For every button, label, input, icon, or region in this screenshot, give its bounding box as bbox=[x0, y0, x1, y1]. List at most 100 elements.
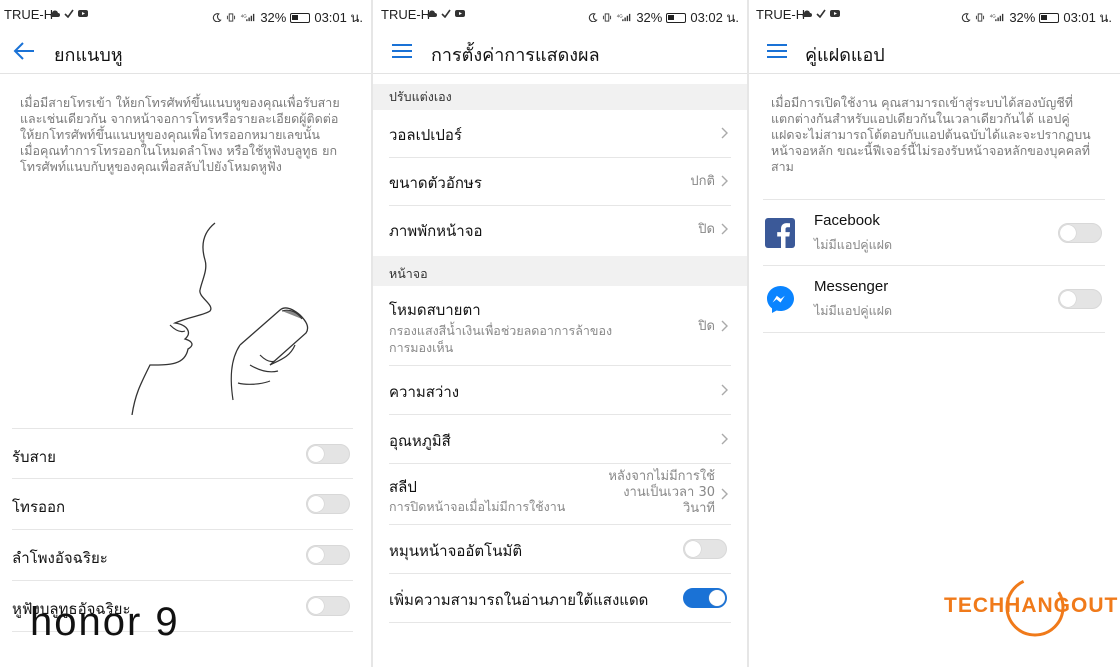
battery-icon bbox=[1039, 12, 1060, 23]
color-temperature-row[interactable]: อุณหภูมิสี bbox=[389, 415, 731, 464]
battery-icon bbox=[666, 12, 687, 23]
watermark-text: TECHHANGOUT bbox=[944, 594, 1118, 618]
smart-bluetooth-toggle[interactable] bbox=[306, 596, 350, 616]
menu-icon[interactable] bbox=[390, 40, 414, 62]
cloud-icon bbox=[802, 10, 812, 17]
app-twin-screen: TRUE-H 4G 32% 03:01 น. คู่แฝดแอป เมื่อมี… bbox=[749, 0, 1120, 667]
signal-icon: 4G bbox=[617, 14, 631, 22]
smart-speaker-toggle[interactable] bbox=[306, 545, 350, 565]
messenger-icon bbox=[767, 286, 794, 313]
youtube-icon bbox=[455, 10, 465, 17]
app-bar: ยกแนบหู bbox=[0, 28, 371, 74]
display-settings-screen: TRUE-H 4G 32% 03:02 น. การตั้งค่าการแสดง… bbox=[373, 0, 747, 667]
notification-icons bbox=[802, 9, 840, 18]
clock: 03:01 น. bbox=[1063, 10, 1112, 25]
check-icon bbox=[816, 9, 826, 18]
chevron-right-icon bbox=[721, 488, 728, 500]
option-label: ลำโพงอัจฉริยะ bbox=[12, 549, 108, 567]
back-arrow-icon[interactable] bbox=[12, 40, 36, 62]
honor-logo-watermark: honor 9 bbox=[30, 600, 180, 644]
eye-comfort-row[interactable]: โหมดสบายตา กรองแสงสีน้ำเงินเพื่อช่วยลดอา… bbox=[389, 286, 731, 366]
page-title: การตั้งค่าการแสดงผล bbox=[431, 45, 600, 66]
status-right: 4G 32% 03:01 น. bbox=[961, 7, 1112, 28]
status-bar: TRUE-H 4G 32% 03:01 น. bbox=[0, 0, 371, 28]
eye-comfort-label: โหมดสบายตา bbox=[389, 301, 481, 319]
app-twin-status: ไม่มีแอปคู่แฝด bbox=[814, 237, 893, 252]
sleep-label: สลีป bbox=[389, 478, 417, 496]
section-header-screen: หน้าจอ bbox=[373, 256, 747, 286]
sleep-row[interactable]: สลีป การปิดหน้าจอเมื่อไม่มีการใช้งาน หลั… bbox=[389, 464, 731, 525]
auto-rotate-label: หมุนหน้าจออัตโนมัติ bbox=[389, 542, 523, 560]
carrier-label: TRUE-H bbox=[4, 7, 54, 22]
option-dial-out[interactable]: โทรออก bbox=[12, 479, 353, 530]
carrier-label: TRUE-H bbox=[756, 7, 806, 22]
facebook-twin-toggle[interactable] bbox=[1058, 223, 1102, 243]
pocket-mode-screen: TRUE-H 4G 32% 03:01 น. ยกแนบหู เมื่อมีสา… bbox=[0, 0, 371, 667]
option-label: โทรออก bbox=[12, 498, 66, 516]
status-bar: TRUE-H 4G 32% 03:02 น. bbox=[373, 0, 747, 28]
page-title: คู่แฝดแอป bbox=[805, 45, 885, 66]
cloud-icon bbox=[50, 10, 60, 17]
answer-call-toggle[interactable] bbox=[306, 444, 350, 464]
clock: 03:01 น. bbox=[314, 10, 363, 25]
signal-icon: 4G bbox=[990, 14, 1004, 22]
dial-out-toggle[interactable] bbox=[306, 494, 350, 514]
signal-icon: 4G bbox=[241, 14, 255, 22]
chevron-right-icon bbox=[721, 127, 728, 139]
clock: 03:02 น. bbox=[690, 10, 739, 25]
techhangout-watermark: TECHHANGOUT bbox=[944, 574, 1117, 640]
moon-icon bbox=[589, 13, 598, 22]
chevron-right-icon bbox=[721, 384, 728, 396]
sleep-sub: การปิดหน้าจอเมื่อไม่มีการใช้งาน bbox=[389, 499, 566, 514]
moon-icon bbox=[962, 13, 971, 22]
cloud-icon bbox=[427, 10, 437, 17]
option-smart-speaker[interactable]: ลำโพงอัจฉริยะ bbox=[12, 530, 353, 581]
chevron-right-icon bbox=[721, 320, 728, 332]
messenger-twin-toggle[interactable] bbox=[1058, 289, 1102, 309]
facebook-icon bbox=[765, 218, 795, 248]
carrier-label: TRUE-H bbox=[381, 7, 431, 22]
svg-text:4G: 4G bbox=[241, 14, 248, 19]
youtube-icon bbox=[78, 10, 88, 17]
page-title: ยกแนบหู bbox=[54, 45, 123, 66]
eye-comfort-value: ปิด bbox=[698, 319, 715, 334]
app-row-messenger[interactable]: Messenger ไม่มีแอปคู่แฝด bbox=[763, 266, 1105, 333]
pocket-mode-description: เมื่อมีสายโทรเข้า ให้ยกโทรศัพท์ขึ้นแนบหู… bbox=[20, 95, 340, 174]
chevron-right-icon bbox=[721, 223, 728, 235]
brightness-label: ความสว่าง bbox=[389, 383, 460, 401]
status-right: 4G 32% 03:01 น. bbox=[212, 7, 363, 28]
moon-icon bbox=[213, 13, 222, 22]
status-right: 4G 32% 03:02 น. bbox=[588, 7, 739, 28]
sunlight-readability-row[interactable]: เพิ่มความสามารถในอ่านภายใต้แสงแดด bbox=[389, 574, 731, 623]
menu-icon[interactable] bbox=[765, 40, 789, 62]
sunlight-readability-toggle[interactable] bbox=[683, 588, 727, 608]
battery-icon bbox=[290, 12, 311, 23]
sleep-value: หลังจากไม่มีการใช้งานเป็นเวลา 30 วินาที bbox=[608, 469, 715, 516]
wallpaper-label: วอลเปเปอร์ bbox=[389, 126, 462, 144]
notification-icons bbox=[50, 9, 88, 18]
svg-text:4G: 4G bbox=[990, 14, 997, 19]
font-size-row[interactable]: ขนาดตัวอักษร ปกติ bbox=[389, 158, 731, 206]
battery-percent: 32% bbox=[260, 10, 287, 25]
app-bar: การตั้งค่าการแสดงผล bbox=[373, 28, 747, 74]
app-bar: คู่แฝดแอป bbox=[749, 28, 1120, 74]
chevron-right-icon bbox=[721, 175, 728, 187]
screensaver-row[interactable]: ภาพพักหน้าจอ ปิด bbox=[389, 206, 731, 254]
auto-rotate-row[interactable]: หมุนหน้าจออัตโนมัติ bbox=[389, 525, 731, 574]
youtube-icon bbox=[830, 10, 840, 17]
notification-icons bbox=[427, 9, 465, 18]
auto-rotate-toggle[interactable] bbox=[683, 539, 727, 559]
battery-percent: 32% bbox=[636, 10, 663, 25]
status-bar: TRUE-H 4G 32% 03:01 น. bbox=[749, 0, 1120, 28]
brightness-row[interactable]: ความสว่าง bbox=[389, 366, 731, 415]
app-twin-status: ไม่มีแอปคู่แฝด bbox=[814, 303, 893, 318]
raise-to-ear-illustration bbox=[131, 222, 309, 415]
app-row-facebook[interactable]: Facebook ไม่มีแอปคู่แฝด bbox=[763, 199, 1105, 266]
check-icon bbox=[441, 9, 451, 18]
watermark-text-tech: TECHHANGOUT bbox=[944, 594, 1119, 617]
wallpaper-row[interactable]: วอลเปเปอร์ bbox=[389, 110, 731, 158]
font-size-label: ขนาดตัวอักษร bbox=[389, 174, 482, 192]
screensaver-label: ภาพพักหน้าจอ bbox=[389, 222, 483, 240]
sunlight-readability-label: เพิ่มความสามารถในอ่านภายใต้แสงแดด bbox=[389, 591, 649, 609]
option-answer-call[interactable]: รับสาย bbox=[12, 428, 353, 479]
